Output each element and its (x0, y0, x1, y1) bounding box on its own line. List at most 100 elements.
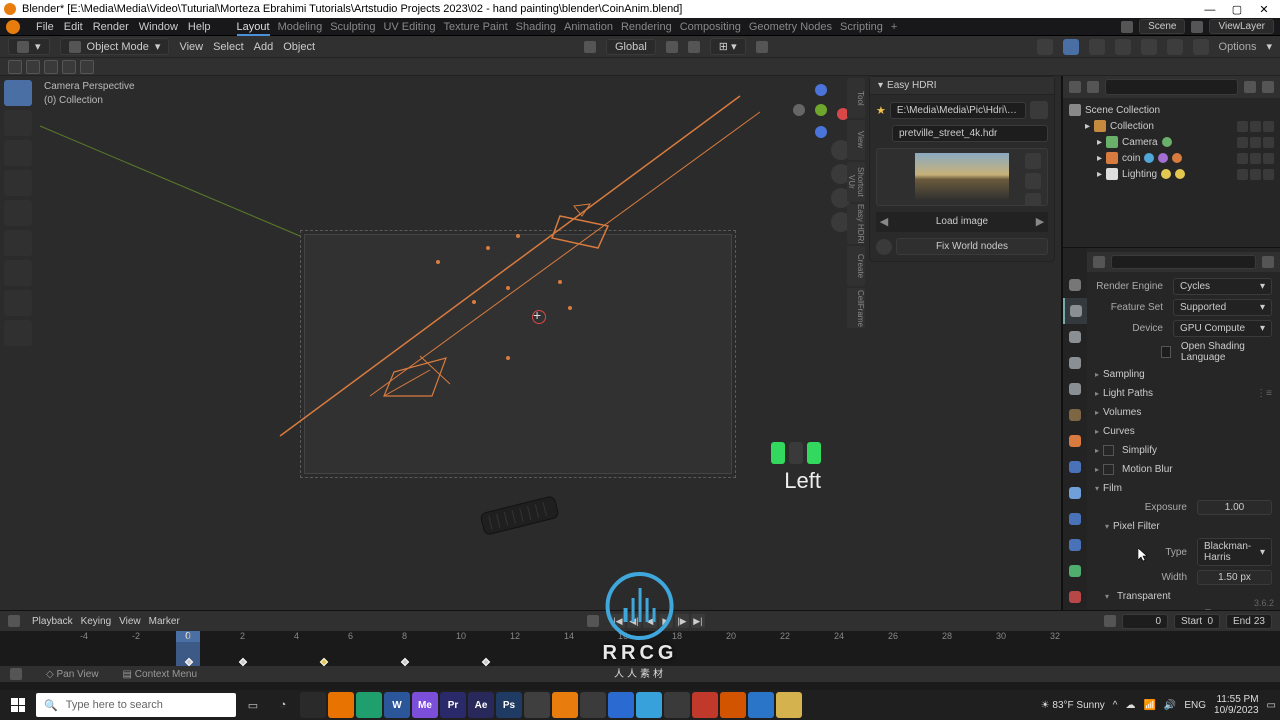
device-select[interactable]: GPU Compute▾ (1173, 320, 1272, 337)
notifications-button[interactable]: ▭ (1267, 700, 1276, 711)
rowbtn-4[interactable] (62, 60, 76, 74)
menu-render[interactable]: Render (93, 21, 129, 33)
menu-help[interactable]: Help (188, 21, 211, 33)
hdri-thumbnail[interactable] (876, 148, 1048, 206)
mode-select[interactable]: Object Mode ▾ (60, 38, 170, 55)
prop-tab-render[interactable] (1070, 305, 1082, 317)
tool-select[interactable] (4, 80, 32, 106)
osl-checkbox[interactable] (1161, 346, 1171, 358)
overlay-toggle[interactable] (1063, 39, 1079, 55)
taskbar-app-9[interactable] (552, 692, 578, 718)
gizmo-toggle[interactable] (1037, 39, 1053, 55)
section-transparent[interactable]: ▾ Transparent (1087, 587, 1280, 606)
pixel-filter-width[interactable]: 1.50 px (1197, 570, 1272, 585)
shading-solid-button[interactable] (1141, 39, 1157, 55)
hdri-file-field[interactable]: pretville_street_4k.hdr (892, 125, 1048, 142)
timeline-track[interactable]: 0 -4-202468101214161820222426283032 (0, 631, 1280, 666)
editor-type-select[interactable]: ▾ (8, 38, 50, 55)
workspace-add-button[interactable]: + (891, 21, 897, 33)
start-button[interactable] (4, 691, 32, 719)
taskbar-app-5[interactable]: Pr (440, 692, 466, 718)
prop-tab-modifier[interactable] (1069, 461, 1081, 473)
outliner-filter-button[interactable] (1244, 81, 1256, 93)
workspace-tab-uv-editing[interactable]: UV Editing (383, 21, 435, 33)
keyframe-4[interactable] (482, 658, 490, 666)
tool-move[interactable] (4, 140, 32, 166)
taskbar-search[interactable]: 🔍 Type here to search (36, 693, 236, 717)
toolmenu-add[interactable]: Add (254, 41, 274, 53)
tray-lang[interactable]: ENG (1184, 700, 1206, 711)
menu-window[interactable]: Window (139, 21, 178, 33)
scene-select[interactable]: Scene (1139, 19, 1185, 34)
pixel-filter-type[interactable]: Blackman-Harris▾ (1197, 538, 1272, 566)
taskbar-app-6[interactable]: Ae (468, 692, 494, 718)
n-tab-create[interactable]: Create (847, 246, 865, 286)
tray-network[interactable]: 📶 (1143, 700, 1155, 711)
timeline-menu-playback[interactable]: Playback (32, 616, 73, 627)
taskbar-app-8[interactable] (524, 692, 550, 718)
current-frame-field[interactable]: 0 (1122, 614, 1168, 629)
section-motion-blur[interactable]: ▸Motion Blur (1087, 460, 1280, 479)
fix-world-button[interactable]: Fix World nodes (896, 238, 1048, 255)
menu-edit[interactable]: Edit (64, 21, 83, 33)
workspace-tab-animation[interactable]: Animation (564, 21, 613, 33)
prop-tab-object[interactable] (1069, 435, 1081, 447)
tool-measure[interactable] (4, 290, 32, 316)
prop-tab-data[interactable] (1069, 565, 1081, 577)
start-frame-field[interactable]: Start0 (1174, 614, 1220, 629)
prop-tab-output[interactable] (1069, 331, 1081, 343)
shading-wire-button[interactable] (1115, 39, 1131, 55)
weather-widget[interactable]: ☀ 83°F Sunny (1041, 700, 1105, 711)
taskbar-app-17[interactable] (776, 692, 802, 718)
toolmenu-select[interactable]: Select (213, 41, 244, 53)
outliner-search[interactable] (1105, 79, 1238, 95)
close-button[interactable]: ✕ (1252, 3, 1276, 16)
browse-path-button[interactable] (1030, 101, 1048, 119)
orientation-select[interactable]: Global (606, 39, 656, 55)
proportional-icon[interactable] (756, 41, 768, 53)
prop-tab-material[interactable] (1069, 591, 1081, 603)
outliner-root[interactable]: Scene Collection (1069, 102, 1274, 118)
thumb-action-3[interactable] (1025, 193, 1041, 206)
n-tab-cellframe[interactable]: CellFrame (847, 288, 865, 328)
timeline-menu-marker[interactable]: Marker (149, 616, 180, 627)
options-button[interactable]: Options (1219, 41, 1257, 53)
cortana-button[interactable]: ◔ (270, 692, 296, 718)
keyframe-2[interactable] (320, 658, 328, 666)
workspace-tab-rendering[interactable]: Rendering (621, 21, 672, 33)
shading-matprev-button[interactable] (1167, 39, 1183, 55)
viewport-3d[interactable]: Camera Perspective (0) Collection ToolVi… (0, 76, 1062, 610)
taskbar-app-11[interactable] (608, 692, 634, 718)
snap-options[interactable]: ⊞ ▾ (710, 38, 746, 55)
properties-search[interactable] (1111, 255, 1256, 269)
timeline-menu-keying[interactable]: Keying (81, 616, 112, 627)
jump-end-button[interactable]: ▶| (691, 614, 705, 628)
xray-toggle[interactable] (1089, 39, 1105, 55)
toolmenu-object[interactable]: Object (283, 41, 315, 53)
taskbar-app-7[interactable]: Ps (496, 692, 522, 718)
rowbtn-2[interactable] (26, 60, 40, 74)
prop-tab-physics[interactable] (1069, 513, 1081, 525)
menu-file[interactable]: File (36, 21, 54, 33)
rowbtn-5[interactable] (80, 60, 94, 74)
section-simplify[interactable]: ▸Simplify (1087, 441, 1280, 460)
rowbtn-3[interactable] (44, 60, 58, 74)
workspace-tab-layout[interactable]: Layout (237, 21, 270, 36)
n-tab-shortcut-vur[interactable]: Shortcut VUr (847, 162, 865, 202)
section-pixel-filter[interactable]: ▾Pixel Filter (1087, 517, 1280, 536)
workspace-tab-compositing[interactable]: Compositing (680, 21, 741, 33)
tool-scale[interactable] (4, 200, 32, 226)
prop-tab-viewlayer[interactable] (1069, 357, 1081, 369)
workspace-tab-scripting[interactable]: Scripting (840, 21, 883, 33)
tray-chevron[interactable]: ^ (1113, 700, 1118, 711)
play-rev-button[interactable]: ◀ (643, 614, 657, 628)
exposure-value[interactable]: 1.00 (1197, 500, 1272, 515)
autokey-toggle[interactable] (587, 615, 599, 627)
jump-start-button[interactable]: |◀ (611, 614, 625, 628)
thumb-action-1[interactable] (1025, 153, 1041, 169)
prop-tab-scene[interactable] (1069, 383, 1081, 395)
workspace-tab-texture-paint[interactable]: Texture Paint (443, 21, 507, 33)
easy-hdri-header[interactable]: ▾ Easy HDRI (870, 77, 1054, 95)
workspace-tab-shading[interactable]: Shading (516, 21, 556, 33)
load-image-button[interactable]: Load image (892, 212, 1032, 232)
